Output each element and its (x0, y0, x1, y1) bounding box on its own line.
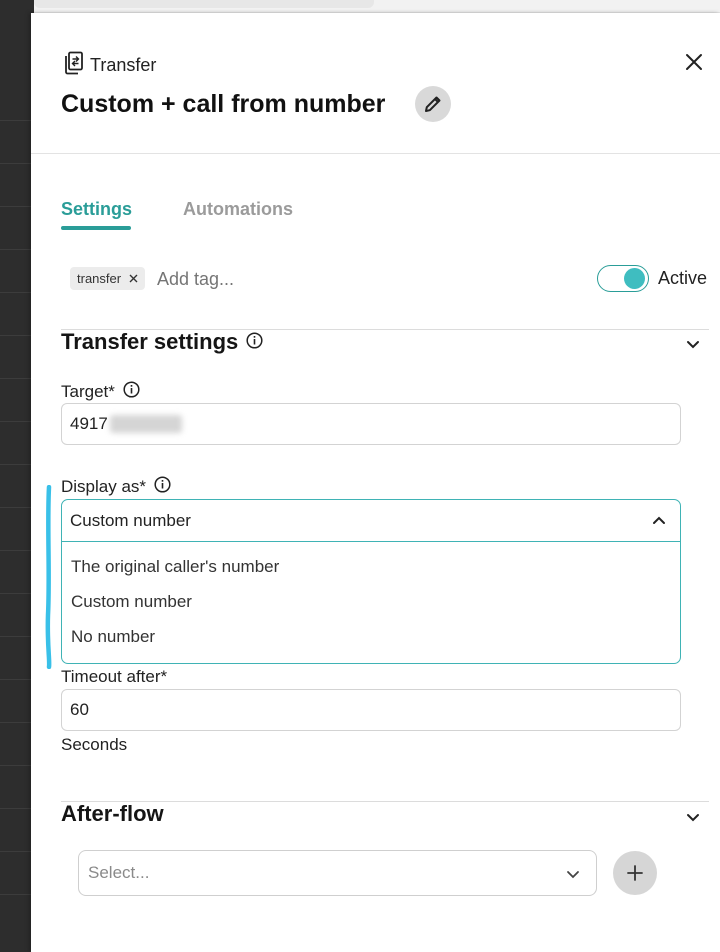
close-icon (686, 54, 702, 70)
edit-title-button[interactable] (415, 86, 451, 122)
transfer-icon (64, 51, 84, 80)
chevron-down-icon[interactable] (683, 334, 703, 354)
target-input[interactable]: 4917 (61, 403, 681, 445)
target-value: 4917 (70, 414, 108, 433)
node-kind-label: Transfer (90, 55, 157, 75)
after-flow-select[interactable]: Select... (78, 850, 597, 896)
after-flow-header[interactable]: After-flow (61, 801, 164, 827)
background-app (0, 0, 34, 952)
display-as-selected: Custom number (70, 510, 191, 530)
browser-top-strip (34, 0, 720, 13)
display-as-dropdown[interactable]: Custom number The original caller's numb… (61, 499, 681, 664)
info-icon[interactable] (154, 476, 171, 498)
active-toggle[interactable] (597, 265, 649, 292)
timeout-unit: Seconds (61, 735, 128, 754)
chevron-down-icon[interactable] (683, 807, 703, 827)
pencil-icon (425, 96, 441, 112)
header-divider (31, 153, 720, 154)
timeout-label: Timeout after* (61, 667, 168, 686)
active-toggle-label: Active (658, 268, 708, 288)
transfer-settings-header[interactable]: Transfer settings (61, 329, 263, 355)
info-icon[interactable] (123, 381, 140, 403)
info-icon[interactable] (246, 329, 263, 355)
dropdown-option[interactable]: No number (71, 627, 155, 647)
add-tag-input[interactable] (157, 267, 357, 291)
chevron-down-icon (567, 871, 579, 879)
transfer-side-panel: Transfer Custom + call from number Setti… (31, 13, 720, 952)
timeout-input[interactable]: 60 (61, 689, 681, 731)
active-tab-indicator (61, 226, 131, 230)
section-title: After-flow (61, 801, 164, 826)
target-label: Target* (61, 382, 115, 401)
page-title: Custom + call from number (61, 90, 386, 118)
tag-chip-label: transfer (77, 271, 122, 286)
dropdown-option[interactable]: The original caller's number (71, 557, 279, 577)
display-as-select[interactable]: Custom number (62, 500, 680, 542)
dropdown-option[interactable]: Custom number (71, 592, 192, 612)
tab-settings[interactable]: Settings (61, 199, 132, 220)
add-after-flow-button[interactable] (613, 851, 657, 895)
target-label-row: Target* (61, 381, 140, 403)
tab-automations[interactable]: Automations (183, 199, 293, 220)
highlight-annotation (45, 485, 52, 669)
timeout-value: 60 (70, 700, 89, 719)
display-as-label-row: Display as* (61, 476, 171, 498)
node-kind: Transfer (64, 51, 156, 80)
tag-chip: transfer (70, 267, 146, 290)
redacted-number (109, 415, 182, 433)
after-flow-placeholder: Select... (88, 863, 150, 882)
chevron-up-icon (653, 516, 665, 524)
close-button[interactable] (681, 49, 707, 75)
plus-icon (627, 865, 643, 881)
display-as-label: Display as* (61, 477, 147, 496)
section-title: Transfer settings (61, 329, 239, 354)
tag-remove-icon[interactable] (129, 271, 138, 286)
